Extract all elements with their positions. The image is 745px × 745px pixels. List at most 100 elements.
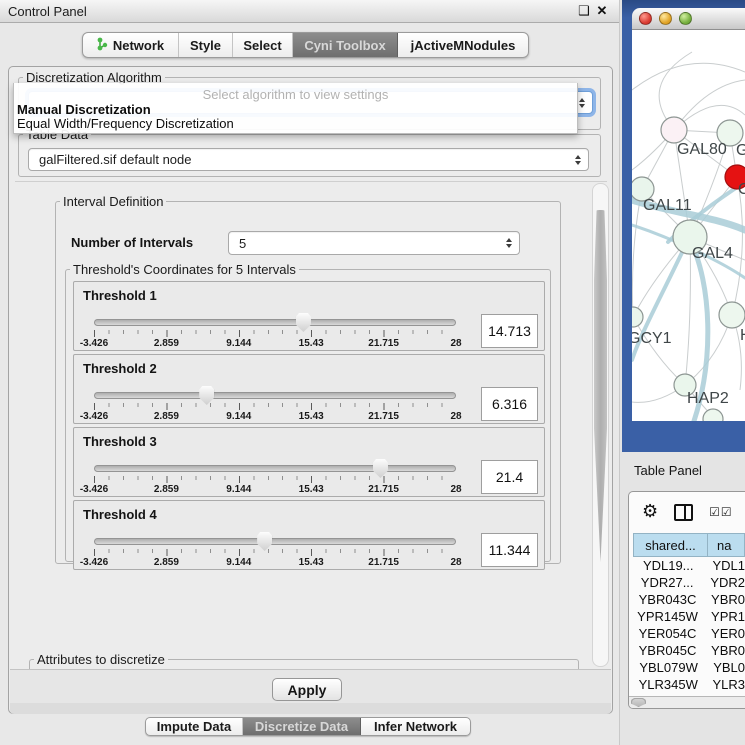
threshold-value-field[interactable]	[481, 460, 538, 494]
algorithm-placeholder-text: Select algorithm to view settings	[14, 87, 577, 102]
table-row[interactable]: YER054CYER0	[633, 625, 745, 642]
tick-label: -3.426	[80, 557, 108, 568]
network-canvas[interactable]: GAL80GGAL11CGAL4GCY1HHAP2	[632, 30, 745, 421]
tab-style[interactable]: Style	[179, 33, 233, 57]
slider-track[interactable]	[94, 538, 456, 545]
column-header-shared-name[interactable]: shared...	[633, 533, 708, 557]
threshold-label: Threshold 2	[83, 361, 157, 376]
tab-jactivemnodules[interactable]: jActiveMNodules	[398, 33, 528, 57]
network-edge[interactable]	[633, 317, 685, 385]
table-row[interactable]: YBL079WYBL0	[633, 659, 745, 676]
slider-track[interactable]	[94, 465, 456, 472]
slider-major-ticks	[94, 549, 456, 556]
table-data-combobox[interactable]: galFiltered.sif default node	[28, 148, 589, 171]
table-row[interactable]: YBR045CYBR0	[633, 642, 745, 659]
slider-tick-labels: -3.4262.8599.14415.4321.71528	[94, 411, 456, 423]
algorithm-dropdown-popup: Select algorithm to view settings Manual…	[13, 83, 578, 134]
table-header-row: shared... na	[633, 533, 745, 557]
tab-bar: NetworkStyleSelectCyni ToolboxjActiveMNo…	[82, 32, 529, 58]
threshold-label: Threshold 3	[83, 434, 157, 449]
table-toolbar: ⚙ ☑☑	[629, 492, 745, 532]
popup-option-manual-discretization[interactable]: Manual Discretization	[17, 102, 574, 117]
window-title: Control Panel	[8, 4, 87, 19]
network-node[interactable]	[661, 117, 687, 143]
zoom-traffic-light-icon[interactable]	[679, 12, 692, 25]
threshold-slider[interactable]: -3.4262.8599.14415.4321.71528	[94, 531, 456, 569]
popup-option-equal-width-frequency[interactable]: Equal Width/Frequency Discretization	[17, 116, 574, 131]
network-edge[interactable]	[632, 189, 642, 317]
threshold-panel: Threshold 2 -3.4262.8599.14415.4321.7152…	[73, 354, 545, 424]
tick-label: -3.426	[80, 411, 108, 422]
column-header-name[interactable]: na	[708, 533, 745, 557]
network-node-label: H	[740, 327, 745, 344]
slider-tick-labels: -3.4262.8599.14415.4321.71528	[94, 557, 456, 569]
network-icon	[97, 37, 108, 54]
scrollbar-thumb[interactable]	[631, 698, 646, 707]
columns-icon[interactable]	[674, 504, 693, 521]
control-panel-titlebar: Control Panel ❑ ✕	[0, 0, 619, 23]
right-panel: GAL80GGAL11CGAL4GCY1HHAP2 Table Panel ⚙ …	[620, 0, 745, 745]
tick-label: 21.715	[368, 411, 399, 422]
threshold-label: Threshold 4	[83, 507, 157, 522]
threshold-panel: Threshold 1 -3.4262.8599.14415.4321.7152…	[73, 281, 545, 351]
float-window-icon[interactable]: ❑	[575, 3, 593, 19]
slider-tick-labels: -3.4262.8599.14415.4321.71528	[94, 338, 456, 350]
tab-cyni-toolbox[interactable]: Cyni Toolbox	[293, 33, 398, 57]
threshold-slider[interactable]: -3.4262.8599.14415.4321.71528	[94, 312, 456, 350]
control-panel-window: Control Panel ❑ ✕ NetworkStyleSelectCyni…	[0, 0, 620, 745]
tick-label: 2.859	[154, 411, 179, 422]
apply-footer: Apply	[10, 669, 611, 703]
threshold-panel: Threshold 3 -3.4262.8599.14415.4321.7152…	[73, 427, 545, 497]
gear-icon[interactable]: ⚙	[642, 503, 658, 521]
table-row[interactable]: YBR043CYBR0	[633, 591, 745, 608]
tick-label: 21.715	[368, 557, 399, 568]
apply-button[interactable]: Apply	[272, 678, 342, 701]
tab-discretize-data[interactable]: Discretize Data	[243, 718, 361, 735]
table-horizontal-scrollbar[interactable]	[629, 696, 745, 708]
minimize-traffic-light-icon[interactable]	[659, 12, 672, 25]
slider-track[interactable]	[94, 392, 456, 399]
select-columns-checkboxes-icon[interactable]: ☑☑	[709, 505, 733, 519]
attributes-label: Attributes to discretize	[34, 652, 168, 667]
panel-bottom-strip	[10, 703, 611, 714]
tab-network[interactable]: Network	[83, 33, 179, 57]
threshold-slider[interactable]: -3.4262.8599.14415.4321.71528	[94, 458, 456, 496]
tab-infer-network[interactable]: Infer Network	[361, 718, 470, 735]
panel-vertical-scrollbar[interactable]	[592, 183, 609, 667]
threshold-value-field[interactable]	[481, 314, 538, 348]
settings-scroll-area: Interval Definition Number of Intervals …	[15, 181, 607, 669]
table-row[interactable]: YPR145WYPR1	[633, 608, 745, 625]
threshold-value-field[interactable]	[481, 387, 538, 421]
table-row[interactable]: YDR27...YDR2	[633, 574, 745, 591]
network-node[interactable]	[719, 302, 745, 328]
tab-impute-data[interactable]: Impute Data	[146, 718, 243, 735]
table-row[interactable]: YLR345WYLR3	[633, 676, 745, 693]
scrollbar-thumb[interactable]	[594, 210, 607, 562]
close-window-icon[interactable]: ✕	[593, 3, 611, 19]
slider-major-ticks	[94, 330, 456, 337]
tick-label: 15.43	[299, 557, 324, 568]
combobox-arrows-icon[interactable]	[499, 238, 519, 248]
network-node[interactable]	[632, 307, 643, 327]
network-node-label: G	[736, 142, 745, 159]
tick-label: 21.715	[368, 484, 399, 495]
number-of-intervals-combobox[interactable]: 5	[228, 231, 520, 255]
slider-tick-labels: -3.4262.8599.14415.4321.71528	[94, 484, 456, 496]
combobox-arrows-icon[interactable]	[568, 155, 588, 165]
network-edge[interactable]	[632, 63, 745, 90]
network-node[interactable]	[703, 409, 723, 421]
network-node-label: HAP2	[687, 390, 729, 407]
number-of-intervals-label: Number of Intervals	[71, 235, 193, 250]
tick-label: 21.715	[368, 338, 399, 349]
threshold-label: Threshold 1	[83, 288, 157, 303]
table-rows: YDL19...YDL1YDR27...YDR2YBR043CYBR0YPR14…	[633, 557, 745, 696]
threshold-value-field[interactable]	[481, 533, 538, 567]
tab-select[interactable]: Select	[233, 33, 293, 57]
network-edge[interactable]	[685, 237, 690, 385]
threshold-slider[interactable]: -3.4262.8599.14415.4321.71528	[94, 385, 456, 423]
network-window-titlebar[interactable]	[632, 8, 745, 30]
tick-label: 15.43	[299, 484, 324, 495]
table-row[interactable]: YDL19...YDL1	[633, 557, 745, 574]
slider-track[interactable]	[94, 319, 456, 326]
close-traffic-light-icon[interactable]	[639, 12, 652, 25]
